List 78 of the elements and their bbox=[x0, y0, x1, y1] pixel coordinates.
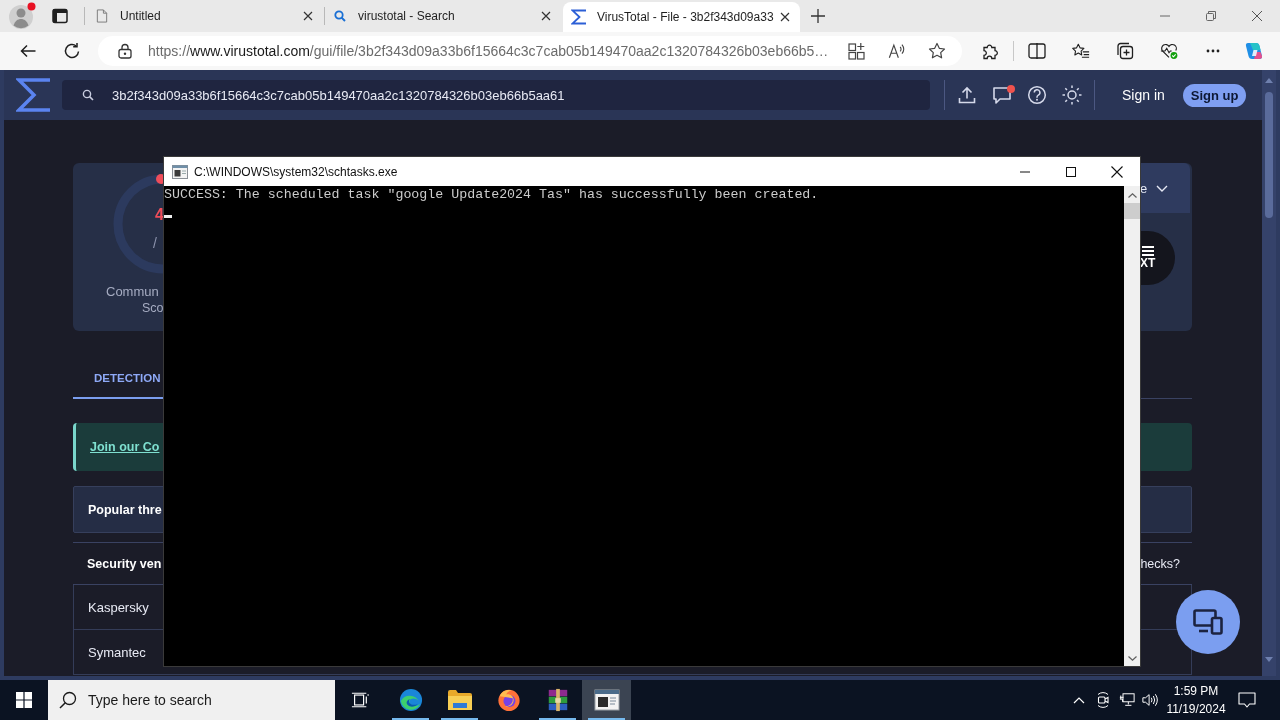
search-icon bbox=[59, 691, 77, 709]
upload-icon[interactable] bbox=[956, 85, 977, 105]
more-icon[interactable] bbox=[1206, 49, 1220, 53]
speaker-icon[interactable] bbox=[1142, 692, 1158, 708]
scrollbar-thumb[interactable] bbox=[1124, 203, 1140, 219]
sun-icon[interactable] bbox=[1061, 85, 1082, 105]
search-field[interactable]: Type here to search bbox=[48, 680, 335, 720]
help-icon[interactable] bbox=[1026, 85, 1047, 105]
video-call-icon[interactable] bbox=[1095, 692, 1111, 708]
vendor-name: Kaspersky bbox=[88, 599, 149, 615]
puzzle-icon[interactable] bbox=[981, 42, 999, 60]
read-aloud-icon[interactable] bbox=[888, 42, 906, 60]
browser-tab[interactable]: VirusTotal - File - 3b2f343d09a33 bbox=[563, 2, 800, 32]
section-label: Popular thre bbox=[88, 502, 162, 517]
tab-actions-icon[interactable] bbox=[52, 8, 68, 24]
detection-score: 4 bbox=[155, 207, 164, 223]
browser-tab[interactable]: Untitled bbox=[88, 0, 323, 32]
search-field[interactable]: 3b2f343d09a33b6f15664c3c7cab05b149470aa2c1320784326b03eb66b5aa61 bbox=[62, 80, 930, 110]
terminal-window-icon bbox=[593, 688, 620, 712]
back-arrow-icon[interactable] bbox=[19, 42, 37, 60]
menu-button[interactable]: e bbox=[1140, 163, 1190, 213]
split-screen-icon[interactable] bbox=[1028, 42, 1046, 60]
swirl-browser-icon bbox=[397, 688, 424, 712]
file-type-label: XT bbox=[1140, 257, 1156, 270]
taskbar-app-button[interactable] bbox=[582, 680, 631, 720]
clock-date[interactable]: 11/19/2024 bbox=[1166, 700, 1226, 718]
scroll-up-icon[interactable] bbox=[1127, 193, 1137, 198]
sign-up-button[interactable]: Sign up bbox=[1182, 83, 1247, 107]
profile-avatar-icon[interactable] bbox=[8, 2, 36, 30]
scrollbar-thumb[interactable] bbox=[1265, 92, 1273, 218]
restore-icon[interactable] bbox=[1206, 11, 1216, 21]
network-monitor-icon[interactable] bbox=[1119, 692, 1135, 708]
fox-globe-icon bbox=[495, 688, 522, 712]
plus-icon[interactable] bbox=[811, 9, 825, 23]
scroll-up-icon[interactable] bbox=[1265, 78, 1273, 83]
search-icon bbox=[82, 89, 94, 101]
clock-time[interactable]: 1:59 PM bbox=[1173, 682, 1219, 700]
scroll-down-icon[interactable] bbox=[1127, 656, 1137, 661]
sign-in-link[interactable]: Sign in bbox=[1122, 87, 1165, 103]
grid-plus-icon[interactable] bbox=[848, 42, 866, 60]
star-list-icon[interactable] bbox=[1072, 42, 1090, 60]
close-icon[interactable] bbox=[1111, 165, 1123, 178]
chat-bubble-icon[interactable] bbox=[991, 85, 1012, 105]
windows-logo-icon[interactable] bbox=[16, 692, 32, 708]
scrollbar[interactable] bbox=[1124, 186, 1140, 666]
heart-pulse-icon[interactable] bbox=[1160, 42, 1178, 60]
browser-tab[interactable]: virustotal - Search bbox=[326, 0, 561, 32]
search-icon bbox=[334, 9, 346, 23]
scrollbar[interactable] bbox=[1262, 70, 1276, 676]
console-line: SUCCESS: The scheduled task "google Update2024 Tas" has successfully been created. bbox=[164, 187, 820, 203]
close-icon[interactable] bbox=[1252, 11, 1262, 21]
notification-icon[interactable] bbox=[1238, 691, 1256, 709]
vendor-name: Symantec bbox=[88, 644, 146, 660]
banner-link[interactable]: Join our Co bbox=[90, 440, 160, 454]
stacked-squares-plus-icon[interactable] bbox=[1116, 42, 1134, 60]
refresh-icon[interactable] bbox=[63, 42, 81, 60]
maximize-icon[interactable] bbox=[1066, 166, 1076, 177]
sigma-logo-icon bbox=[571, 9, 587, 25]
document-icon bbox=[96, 9, 108, 23]
sigma-logo-icon[interactable] bbox=[16, 78, 52, 112]
folder-icon bbox=[446, 688, 473, 712]
ring-gauge-icon bbox=[112, 173, 164, 275]
devices-icon bbox=[1193, 609, 1223, 635]
star-icon[interactable] bbox=[928, 42, 946, 60]
section-link-text[interactable]: hecks? bbox=[1140, 556, 1180, 571]
chevron-down-icon bbox=[1156, 184, 1169, 192]
console-app-icon bbox=[172, 164, 188, 179]
window-title: C:\WINDOWS\system32\schtasks.exe bbox=[194, 164, 398, 179]
close-icon[interactable] bbox=[541, 11, 551, 21]
close-icon[interactable] bbox=[303, 11, 313, 21]
score-label: Commun bbox=[106, 283, 160, 300]
lock-icon[interactable] bbox=[118, 43, 132, 59]
score-total: / bbox=[153, 235, 157, 251]
close-icon[interactable] bbox=[780, 12, 790, 22]
scroll-down-icon[interactable] bbox=[1265, 657, 1273, 662]
task-view-icon[interactable] bbox=[351, 691, 369, 709]
section-heading: Security ven bbox=[87, 556, 162, 571]
score-label: Sco bbox=[142, 300, 164, 317]
